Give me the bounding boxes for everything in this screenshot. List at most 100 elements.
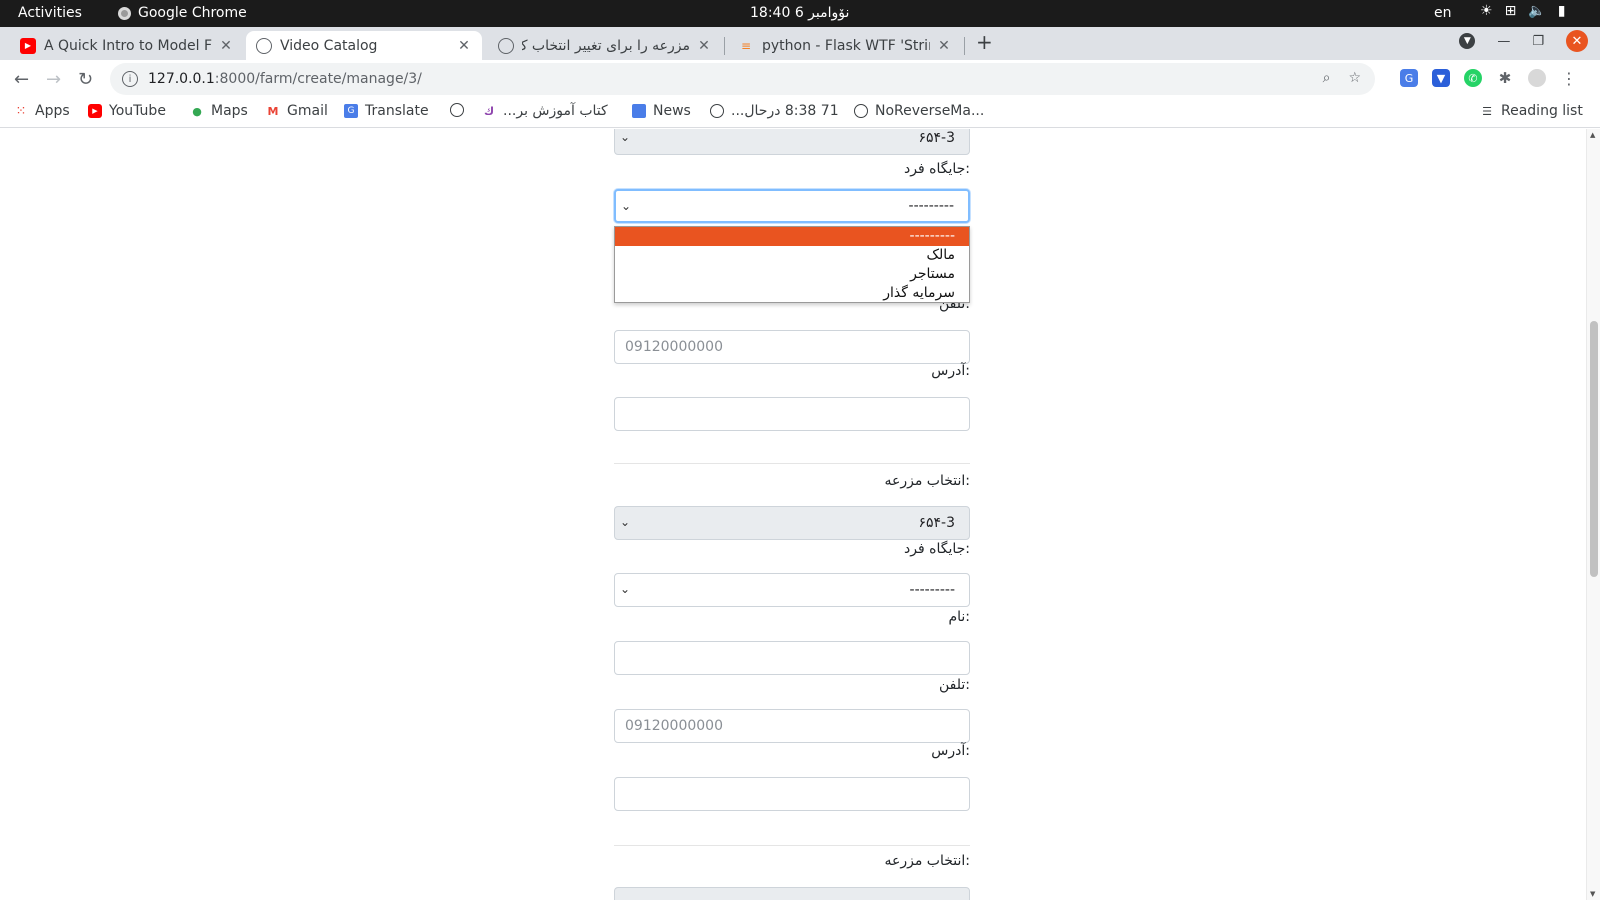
role-select[interactable]: ⌄ --------- (614, 573, 970, 607)
bookmark-apps[interactable]: ⁙ Apps (14, 103, 70, 119)
clock[interactable]: نۆوامبر 6 18:40 (750, 5, 849, 21)
youtube-icon: ▶ (88, 104, 102, 118)
bookmark-star-icon[interactable]: ☆ (1348, 70, 1361, 86)
bookmark-book[interactable]: ك کتاب آموزش بر... (482, 103, 608, 119)
bookmark-label: Translate (365, 103, 429, 119)
scrollbar-thumb[interactable] (1590, 321, 1598, 577)
tab-video-catalog[interactable]: Video Catalog ✕ (246, 31, 482, 60)
url-path: :8000/farm/create/manage/3/ (214, 71, 422, 87)
app-name: Google Chrome (138, 5, 247, 21)
bookmark-label: Maps (211, 103, 248, 119)
globe-icon (450, 103, 464, 117)
whatsapp-extension-icon[interactable]: ✆ (1464, 69, 1482, 87)
role-select-value: --------- (908, 198, 954, 214)
translate-extension-icon[interactable]: G (1400, 69, 1418, 87)
address-label: :آدرس (931, 363, 970, 379)
phone-input[interactable]: 09120000000 (614, 709, 970, 743)
bookmark-translate[interactable]: G Translate (344, 103, 429, 119)
name-input[interactable] (614, 641, 970, 675)
role-option-owner[interactable]: مالک (615, 246, 969, 265)
tab-title: Video Catalog (280, 37, 378, 54)
farm-select[interactable]: ⌄ ۶۵۴-3 (614, 506, 970, 540)
phone-input[interactable]: 09120000000 (614, 330, 970, 364)
phone-label: :تلفن (939, 677, 970, 693)
close-tab-icon[interactable]: ✕ (456, 38, 472, 54)
tab-flask-wtf[interactable]: ≡ python - Flask WTF 'String ✕ (728, 31, 962, 60)
globe-icon (498, 37, 514, 54)
book-icon: ك (483, 104, 495, 118)
vertical-scrollbar[interactable]: ▲ ▼ (1586, 129, 1600, 900)
profile-avatar[interactable] (1528, 69, 1546, 87)
role-option-empty[interactable]: --------- (615, 227, 969, 246)
app-menu[interactable]: Google Chrome (118, 5, 247, 21)
farm-label: :انتخاب مزرعه (884, 853, 970, 869)
maps-icon: ● (192, 104, 202, 118)
address-input[interactable] (614, 777, 970, 811)
role-option-investor[interactable]: سرمایه گذار (615, 284, 969, 303)
youtube-icon: ▶ (20, 37, 36, 54)
tab-farm-select[interactable]: مزرعه را برای تغییر انتخاب ک ✕ (488, 31, 722, 60)
name-label: :نام (948, 609, 970, 625)
restore-icon[interactable]: ❐ (1532, 34, 1544, 49)
bookmark-globe[interactable] (450, 103, 464, 117)
bookmark-label: News (653, 103, 691, 119)
page-content: ⌄ ۶۵۴-3 :جایگاه فرد ⌄ --------- :تلفن 09… (0, 129, 1586, 900)
new-tab-icon[interactable]: + (976, 30, 993, 54)
close-tab-icon[interactable]: ✕ (936, 38, 952, 54)
stackoverflow-icon: ≡ (740, 38, 752, 53)
scroll-up-icon[interactable]: ▲ (1590, 131, 1595, 139)
address-label: :آدرس (931, 743, 970, 759)
battery-icon: ▮ (1557, 3, 1566, 19)
address-bar[interactable]: i 127.0.0.1 :8000/farm/create/manage/3/ … (110, 63, 1375, 95)
globe-icon (256, 37, 272, 54)
role-label: :جایگاه فرد (904, 541, 970, 557)
close-tab-icon[interactable]: ✕ (696, 38, 712, 54)
farm-select[interactable] (614, 887, 970, 900)
minimize-icon[interactable]: — (1497, 34, 1510, 49)
address-input[interactable] (614, 397, 970, 431)
forward-icon[interactable]: → (46, 69, 61, 90)
gmail-icon: M (267, 104, 279, 118)
keyboard-layout[interactable]: en (1434, 5, 1452, 21)
reading-list-icon: ☰ (1482, 104, 1492, 118)
volume-icon: 🔈 (1528, 3, 1546, 19)
translate-icon: G (344, 104, 358, 118)
close-tab-icon[interactable]: ✕ (218, 38, 234, 54)
window-controls: ▼ — ❐ ✕ (1459, 30, 1588, 52)
site-info-icon[interactable]: i (122, 71, 138, 87)
activities-button[interactable]: Activities (18, 5, 82, 21)
bookmark-gmail[interactable]: M Gmail (266, 103, 328, 119)
vpn-extension-icon[interactable]: ▼ (1432, 69, 1450, 87)
reload-icon[interactable]: ↻ (78, 69, 93, 90)
bookmark-maps[interactable]: ● Maps (190, 103, 248, 119)
system-top-bar: Activities Google Chrome نۆوامبر 6 18:40… (0, 0, 1600, 27)
bookmarks-bar: ⁙ Apps ▶ YouTube ● Maps M Gmail G Transl… (0, 98, 1600, 128)
bookmark-news[interactable]: News (632, 103, 691, 119)
tab-search-icon[interactable]: ▼ (1459, 33, 1476, 49)
tab-separator (724, 37, 725, 55)
chevron-down-icon: ⌄ (621, 199, 632, 213)
puzzle-extensions-icon[interactable]: ✱ (1496, 69, 1514, 87)
zoom-icon[interactable]: ⌕ (1323, 70, 1331, 86)
bookmark-noreverse[interactable]: NoReverseMa... (854, 103, 984, 119)
bookmark-progress[interactable]: 71 8:38 درحال... (710, 103, 839, 119)
farm-select-value: ۶۵۴-3 (918, 130, 955, 146)
bookmark-label: YouTube (109, 103, 166, 119)
bookmark-youtube[interactable]: ▶ YouTube (88, 103, 166, 119)
role-option-tenant[interactable]: مستاجر (615, 265, 969, 284)
menu-kebab-icon[interactable]: ⋮ (1560, 69, 1578, 88)
bookmark-label: کتاب آموزش بر... (503, 103, 608, 119)
close-window-icon[interactable]: ✕ (1566, 30, 1588, 52)
role-select[interactable]: ⌄ --------- (614, 189, 970, 223)
farm-select-value: ۶۵۴-3 (918, 515, 955, 531)
tab-model-forms[interactable]: ▶ A Quick Intro to Model Fo ✕ (10, 31, 244, 60)
scroll-down-icon[interactable]: ▼ (1590, 890, 1595, 898)
back-icon[interactable]: ← (14, 69, 29, 90)
farm-select[interactable]: ⌄ ۶۵۴-3 (614, 129, 970, 155)
system-tray[interactable]: ☀ ⊞ 🔈 ▮ (1480, 3, 1565, 19)
tab-separator (964, 37, 965, 55)
brightness-icon: ☀ (1480, 3, 1493, 19)
role-dropdown-list: --------- مالک مستاجر سرمایه گذار (614, 226, 970, 303)
reading-list-button[interactable]: ☰ Reading list (1480, 103, 1583, 119)
tab-title: مزرعه را برای تغییر انتخاب ک (522, 37, 690, 54)
